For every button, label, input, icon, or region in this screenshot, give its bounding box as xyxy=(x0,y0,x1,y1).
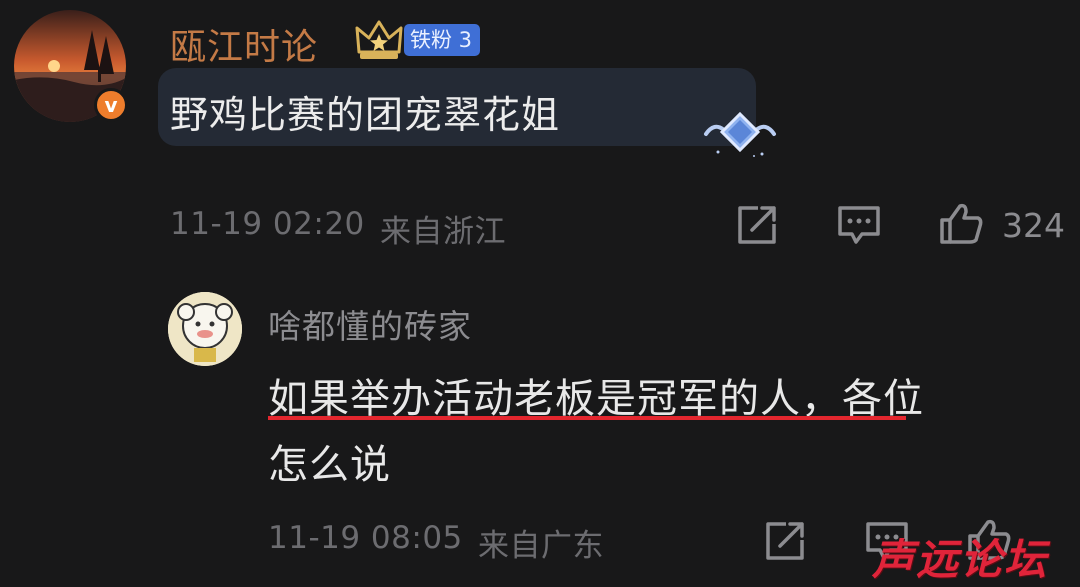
diamond-badge-icon xyxy=(704,111,776,157)
reply-text-line2: 怎么说 xyxy=(268,442,391,488)
verified-badge: v xyxy=(94,88,128,122)
comment-icon[interactable] xyxy=(836,202,882,248)
reply-timestamp: 11-19 08:05 xyxy=(268,520,463,556)
comment-timestamp: 11-19 02:20 xyxy=(170,206,365,242)
reply-share-icon[interactable] xyxy=(762,518,808,564)
like-icon[interactable] xyxy=(938,200,984,246)
reply-avatar[interactable] xyxy=(168,292,242,366)
comment-text: 野鸡比赛的团宠翠花姐 xyxy=(170,93,561,137)
comment-location: 来自浙江 xyxy=(380,214,506,250)
highlight-underline xyxy=(268,416,906,420)
reply-location: 来自广东 xyxy=(478,528,604,564)
crown-icon xyxy=(355,20,403,59)
like-count: 324 xyxy=(1002,206,1065,245)
reply-username[interactable]: 啥都懂的砖家 xyxy=(268,300,472,348)
fan-level-badge: 铁粉 3 xyxy=(404,24,481,56)
username[interactable]: 瓯江时论 xyxy=(170,18,318,70)
share-icon[interactable] xyxy=(734,202,780,248)
